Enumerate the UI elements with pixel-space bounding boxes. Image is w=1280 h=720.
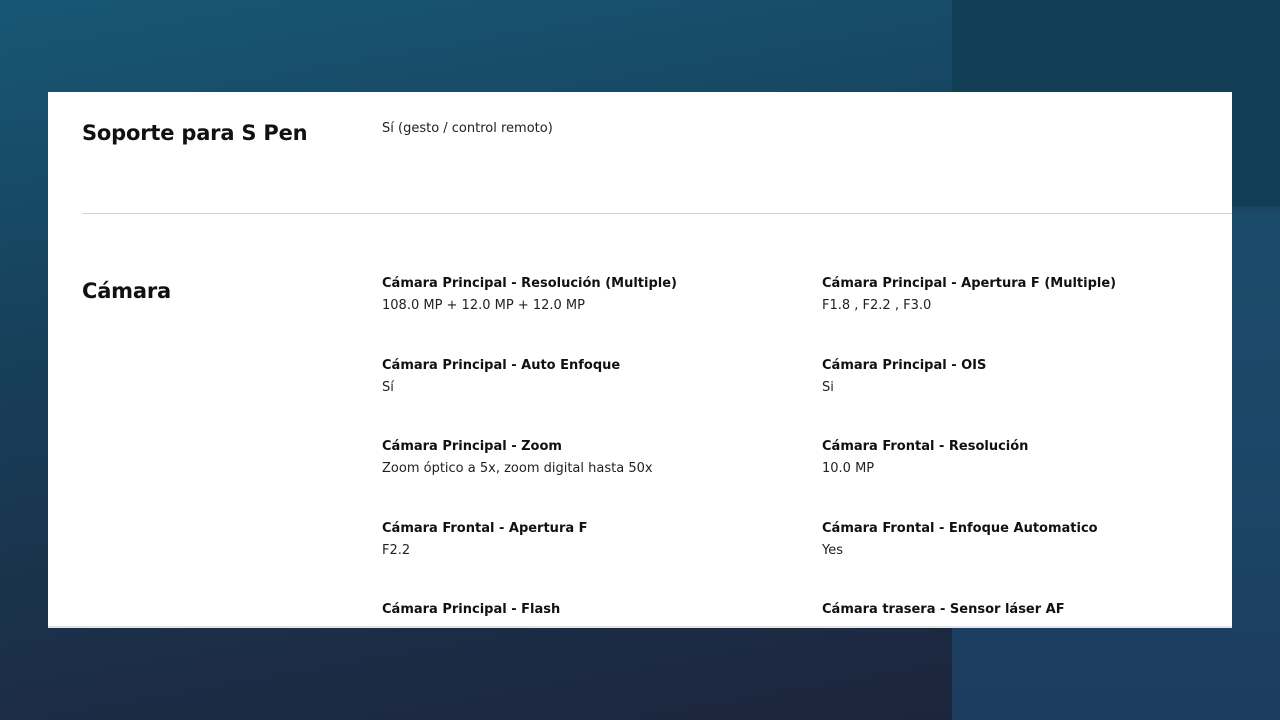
spec-label: Cámara Principal - Resolución (Multiple) bbox=[382, 276, 677, 291]
spec-label: Cámara Principal - Flash bbox=[382, 602, 561, 617]
spec-item-rear-camera-laser-af: Cámara trasera - Sensor láser AF bbox=[822, 601, 1232, 623]
card-bottom-edge bbox=[48, 626, 1232, 628]
spec-value: 10.0 MP bbox=[822, 461, 875, 476]
spec-label: Cámara Frontal - Enfoque Automatico bbox=[822, 521, 1098, 536]
spec-item-main-camera-resolution: Cámara Principal - Resolución (Multiple)… bbox=[382, 275, 802, 315]
spec-value: Si bbox=[822, 380, 834, 395]
spec-label: Cámara Principal - Zoom bbox=[382, 439, 562, 454]
spec-item-front-camera-autofocus: Cámara Frontal - Enfoque Automatico Yes bbox=[822, 520, 1232, 560]
spec-item-front-camera-aperture: Cámara Frontal - Apertura F F2.2 bbox=[382, 520, 802, 560]
spec-label: Cámara Frontal - Resolución bbox=[822, 439, 1029, 454]
section-divider bbox=[82, 213, 1232, 214]
spec-sheet-card: Soporte para S Pen Sí (gesto / control r… bbox=[48, 92, 1232, 628]
spec-item-front-camera-resolution: Cámara Frontal - Resolución 10.0 MP bbox=[822, 438, 1232, 478]
section-title-spen: Soporte para S Pen bbox=[82, 121, 308, 145]
spec-item-main-camera-flash: Cámara Principal - Flash bbox=[382, 601, 802, 623]
spec-item-main-camera-ois: Cámara Principal - OIS Si bbox=[822, 357, 1232, 397]
section-title-camera: Cámara bbox=[82, 279, 171, 303]
spec-label: Cámara Principal - Apertura F (Multiple) bbox=[822, 276, 1117, 291]
spec-label: Cámara Principal - Auto Enfoque bbox=[382, 358, 621, 373]
spen-support-value: Sí (gesto / control remoto) bbox=[382, 121, 553, 136]
spec-value: F2.2 bbox=[382, 543, 411, 558]
spec-value: 108.0 MP + 12.0 MP + 12.0 MP bbox=[382, 298, 585, 313]
spec-label: Cámara trasera - Sensor láser AF bbox=[822, 602, 1065, 617]
spec-label: Cámara Frontal - Apertura F bbox=[382, 521, 588, 536]
spec-value: Yes bbox=[822, 543, 843, 558]
spec-item-main-camera-zoom: Cámara Principal - Zoom Zoom óptico a 5x… bbox=[382, 438, 802, 478]
spec-item-main-camera-aperture: Cámara Principal - Apertura F (Multiple)… bbox=[822, 275, 1232, 315]
spec-label: Cámara Principal - OIS bbox=[822, 358, 987, 373]
spec-value: Sí bbox=[382, 380, 394, 395]
spec-value: Zoom óptico a 5x, zoom digital hasta 50x bbox=[382, 461, 653, 476]
spec-item-main-camera-autofocus: Cámara Principal - Auto Enfoque Sí bbox=[382, 357, 802, 397]
spec-value: F1.8 , F2.2 , F3.0 bbox=[822, 298, 932, 313]
